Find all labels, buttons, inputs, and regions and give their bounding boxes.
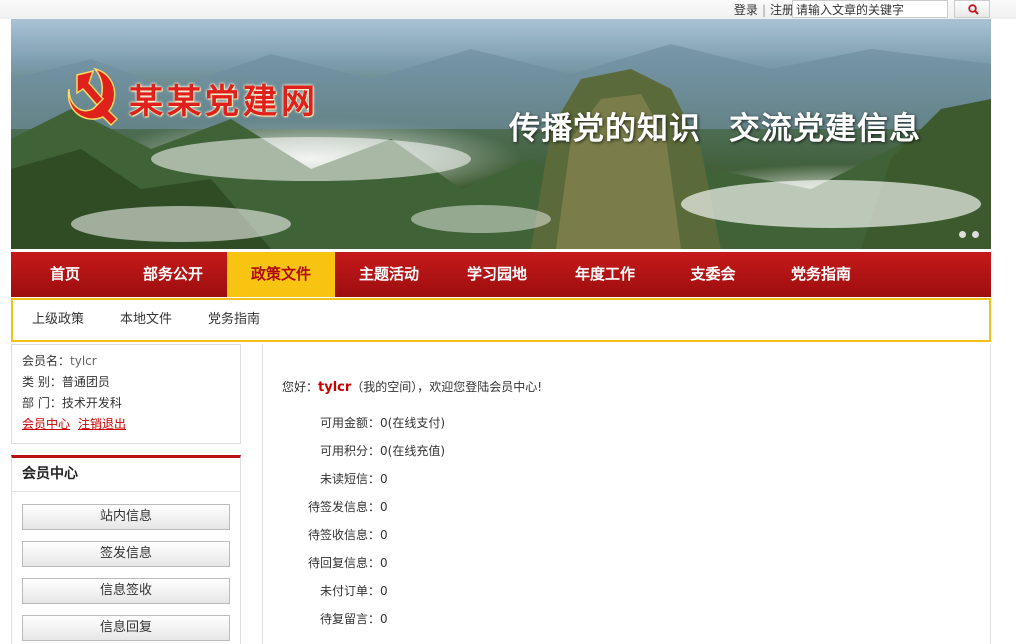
carousel-dot[interactable] <box>959 231 966 238</box>
auth-links: 登录 | 注册 <box>734 1 794 18</box>
user-type-row: 类 别：普通团员 <box>22 375 110 389</box>
member-center-link[interactable]: 会员中心 <box>22 417 70 431</box>
reply-info-button[interactable]: 信息回复 <box>22 615 230 641</box>
search-icon <box>968 4 979 15</box>
main-nav: 首页 部务公开 政策文件 主题活动 学习园地 年度工作 支委会 党务指南 <box>11 252 991 297</box>
subnav-item-local[interactable]: 本地文件 <box>120 300 172 340</box>
site-banner: 某某党建网 传播党的知识 交流党建信息 <box>11 19 991 249</box>
nav-item-policy[interactable]: 政策文件 <box>227 252 335 297</box>
user-links-row: 会员中心 注销退出 <box>22 414 230 435</box>
search-input[interactable] <box>792 0 948 18</box>
nav-item-home[interactable]: 首页 <box>11 252 119 297</box>
subnav-item-superior[interactable]: 上级政策 <box>32 300 84 340</box>
stat-row-pending-issue: 待签发信息：0 <box>307 500 388 514</box>
divider: | <box>761 3 766 17</box>
recharge-online-link[interactable]: (在线充值) <box>388 444 445 458</box>
user-name: tylcr <box>70 354 97 368</box>
logout-link[interactable]: 注销退出 <box>78 417 126 431</box>
member-dashboard: 您好：tylcr（我的空间），欢迎您登陆会员中心! 可用金额：0(在线支付) 可… <box>262 344 991 644</box>
party-emblem-icon <box>67 67 119 127</box>
issue-info-button[interactable]: 签发信息 <box>22 541 230 567</box>
stat-row-balance: 可用金额：0(在线支付) <box>319 416 446 430</box>
welcome-username: tylcr <box>318 380 352 395</box>
pay-online-link[interactable]: (在线支付) <box>388 416 445 430</box>
subnav-item-guide[interactable]: 党务指南 <box>208 300 260 340</box>
site-logo-text: 某某党建网 <box>129 82 319 122</box>
receive-info-button[interactable]: 信息签收 <box>22 578 230 604</box>
user-info-box: 会员名：tylcr 类 别：普通团员 部 门：技术开发科 会员中心 注销退出 <box>11 344 241 444</box>
stat-row-points: 可用积分：0(在线充值) <box>319 444 446 458</box>
nav-item-learning[interactable]: 学习园地 <box>443 252 551 297</box>
top-bar: 登录 | 注册 <box>0 0 1016 19</box>
user-name-row: 会员名：tylcr <box>22 354 97 368</box>
nav-item-activities[interactable]: 主题活动 <box>335 252 443 297</box>
banner-slogan: 传播党的知识 交流党建信息 <box>509 103 921 148</box>
stat-row-pending-messages: 待复留言：0 <box>319 612 388 626</box>
user-type: 普通团员 <box>61 375 110 389</box>
nav-item-affairs[interactable]: 部务公开 <box>119 252 227 297</box>
nav-item-annual[interactable]: 年度工作 <box>551 252 659 297</box>
carousel-dot[interactable] <box>972 231 979 238</box>
carousel-dots <box>953 227 979 241</box>
site-messages-button[interactable]: 站内信息 <box>22 504 230 530</box>
user-dept-row: 部 门：技术开发科 <box>22 396 122 410</box>
sub-nav: 上级政策 本地文件 党务指南 <box>11 298 991 342</box>
user-dept: 技术开发科 <box>61 396 122 410</box>
stat-row-unpaid-orders: 未付订单：0 <box>319 584 388 598</box>
member-center-panel: 会员中心 站内信息 签发信息 信息签收 信息回复 <box>11 455 241 644</box>
slogan-right: 交流党建信息 <box>729 111 921 147</box>
nav-item-committee[interactable]: 支委会 <box>659 252 767 297</box>
member-center-title: 会员中心 <box>12 458 240 492</box>
register-link[interactable]: 注册 <box>770 3 794 17</box>
search-button[interactable] <box>954 0 990 18</box>
stat-row-unread: 未读短信：0 <box>319 472 388 486</box>
stat-row-pending-reply: 待回复信息：0 <box>307 556 388 570</box>
stat-row-pending-receive: 待签收信息：0 <box>307 528 388 542</box>
login-link[interactable]: 登录 <box>734 3 758 17</box>
my-space-link[interactable]: （我的空间） <box>351 380 417 394</box>
slogan-left: 传播党的知识 <box>509 111 701 147</box>
welcome-message: 您好：tylcr（我的空间），欢迎您登陆会员中心! <box>282 380 543 395</box>
nav-item-guide[interactable]: 党务指南 <box>767 252 875 297</box>
